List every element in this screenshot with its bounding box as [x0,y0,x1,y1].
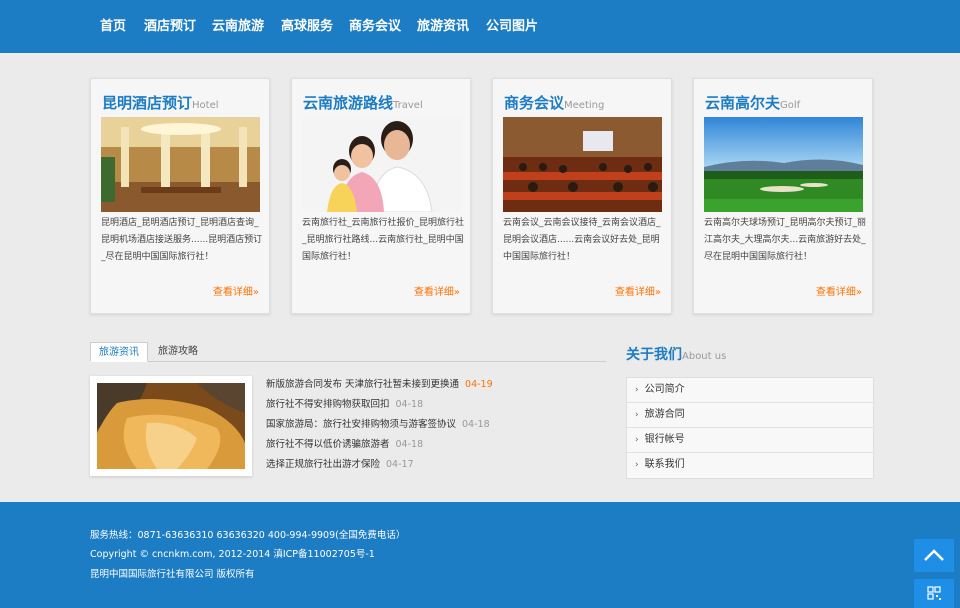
about-title-en: About us [682,351,727,362]
news-title: 旅行社不得以低价诱骗旅游者 [266,439,390,450]
qr-code-button[interactable] [914,579,954,608]
nav-business-meeting[interactable]: 商务会议 [349,19,401,35]
conference-room-image[interactable] [503,117,662,212]
card-title-zh: 商务会议 [504,94,565,112]
view-details-link[interactable]: 查看详细» [816,283,862,298]
back-to-top-button[interactable] [914,539,954,572]
card-title[interactable]: 云南高尔夫Golf [705,94,800,115]
chevron-right-icon: › [635,435,639,445]
news-date: 04-18 [462,419,490,430]
footer-copyright: Copyright © cncnkm.com, 2012-2014 滇ICP备1… [90,549,375,560]
about-item-travel-contract[interactable]: › 旅游合同 [627,403,873,428]
card-title-en: Golf [780,100,801,111]
card-title[interactable]: 商务会议Meeting [504,94,604,115]
meeting-card: 商务会议Meeting 云南会议_云南会议接待_云南会议酒店_昆明会议酒店...… [492,78,672,314]
hotel-card: 昆明酒店预订Hotel 昆明酒店_昆明酒店预订_昆明酒店查询_昆明机场酒店接送服… [90,78,270,314]
card-title-zh: 昆明酒店预订 [102,94,193,112]
view-details-link[interactable]: 查看详细» [615,283,661,298]
card-title[interactable]: 昆明酒店预订Hotel [102,94,219,115]
news-item[interactable]: 选择正规旅行社出游才保险 04-17 [266,456,606,476]
about-item-label: 银行帐号 [644,434,685,445]
about-item-label: 公司简介 [644,384,685,395]
about-menu: › 公司简介 › 旅游合同 › 银行帐号 › 联系我们 [626,377,874,479]
news-title: 选择正规旅行社出游才保险 [266,459,381,470]
card-description: 云南会议_云南会议接待_云南会议酒店_昆明会议酒店......云南会议好去处_昆… [503,218,661,262]
nav-golf-service[interactable]: 高球服务 [281,19,333,35]
card-title-zh: 云南旅游路线 [303,94,394,112]
family-photo-image[interactable] [302,117,461,212]
about-title: 关于我们About us [626,346,726,366]
tab-travel-guide[interactable]: 旅游攻略 [150,342,206,362]
card-description: 昆明酒店_昆明酒店预订_昆明酒店查询_昆明机场酒店接送服务......昆明酒店预… [101,218,263,262]
nav-hotel-booking[interactable]: 酒店预订 [144,19,196,35]
news-tabs: 旅游资讯 旅游攻略 [90,342,606,362]
footer-hotline: 服务热线：0871-63636310 63636320 400-994-9909… [90,530,406,541]
about-item-contact-us[interactable]: › 联系我们 [627,453,873,478]
news-title: 新版旅游合同发布 天津旅行社暂未接到更换通 [266,379,460,390]
news-date: 04-17 [386,459,414,470]
top-nav: 首页 酒店预订 云南旅游 高球服务 商务会议 旅游资讯 公司图片 [0,0,960,53]
nav-home[interactable]: 首页 [100,19,126,35]
chevron-right-icon: › [635,460,639,470]
news-item[interactable]: 旅行社不得以低价诱骗旅游者 04-18 [266,436,606,456]
card-title-en: Travel [393,100,423,111]
chevron-up-icon [924,549,944,561]
card-description: 云南高尔夫球场预订_昆明高尔夫预订_丽江高尔夫_大理高尔夫...云南旅游好去处_… [704,218,867,262]
golf-course-image[interactable] [704,117,863,212]
news-date: 04-19 [465,379,493,390]
view-details-link[interactable]: 查看详细» [213,283,259,298]
about-item-company-profile[interactable]: › 公司简介 [627,378,873,403]
tab-travel-news[interactable]: 旅游资讯 [90,342,148,362]
qr-code-icon [927,586,941,600]
nav-yunnan-travel[interactable]: 云南旅游 [212,19,264,35]
news-title: 国家旅游局：旅行社安排购物须与游客签协议 [266,419,457,430]
footer-company: 昆明中国国际旅行社有限公司 版权所有 [90,569,255,580]
view-details-link[interactable]: 查看详细» [414,283,460,298]
nav-travel-news[interactable]: 旅游资讯 [417,19,469,35]
about-item-label: 旅游合同 [644,409,685,420]
about-title-zh: 关于我们 [626,347,682,363]
about-item-label: 联系我们 [644,459,685,470]
card-title-zh: 云南高尔夫 [705,94,781,112]
news-list: 新版旅游合同发布 天津旅行社暂未接到更换通 04-19 旅行社不得安排购物获取回扣… [266,376,606,476]
news-item[interactable]: 旅行社不得安排购物获取回扣 04-18 [266,396,606,416]
news-title: 旅行社不得安排购物获取回扣 [266,399,390,410]
nav-company-photos[interactable]: 公司图片 [486,19,538,35]
golf-card: 云南高尔夫Golf 云南高尔夫球场预订_昆明高尔夫预订_丽江高尔夫_大理高尔夫.… [693,78,873,314]
waterfall-photo[interactable] [90,376,252,476]
travel-card: 云南旅游路线Travel 云南旅行社_云南旅行社报价_昆明旅行社_昆明旅行社路线… [291,78,471,314]
card-title[interactable]: 云南旅游路线Travel [303,94,423,115]
card-title-en: Hotel [192,100,219,111]
card-title-en: Meeting [564,100,605,111]
chevron-right-icon: › [635,385,639,395]
footer: 服务热线：0871-63636310 63636320 400-994-9909… [0,502,960,608]
hotel-lobby-image[interactable] [101,117,260,212]
card-description: 云南旅行社_云南旅行社报价_昆明旅行社_昆明旅行社路线...云南旅行社_昆明中国… [302,218,465,262]
chevron-right-icon: › [635,410,639,420]
news-date: 04-18 [395,399,424,410]
news-item[interactable]: 新版旅游合同发布 天津旅行社暂未接到更换通 04-19 [266,376,606,396]
news-date: 04-18 [395,439,424,450]
news-item[interactable]: 国家旅游局：旅行社安排购物须与游客签协议 04-18 [266,416,606,436]
about-item-bank-account[interactable]: › 银行帐号 [627,428,873,453]
